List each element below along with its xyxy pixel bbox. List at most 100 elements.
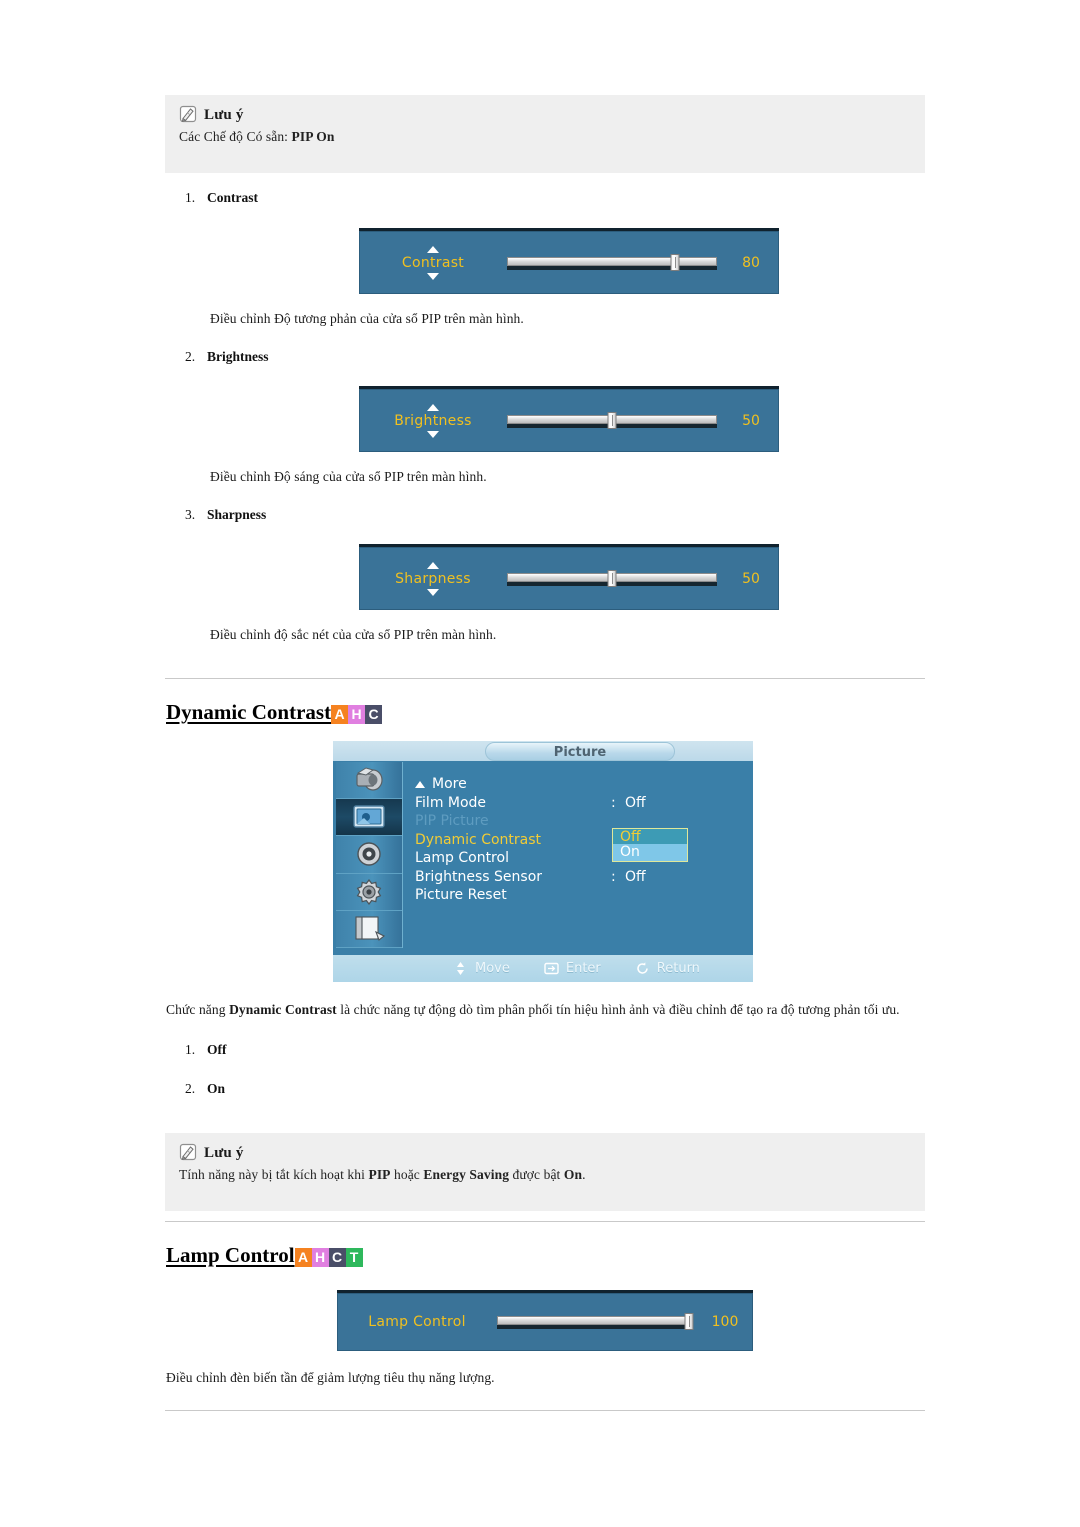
- caret-down-icon[interactable]: [427, 588, 439, 596]
- note-header: Lưu ý: [165, 1133, 925, 1163]
- menu-row-picture-reset[interactable]: Picture Reset: [415, 886, 747, 905]
- lamp-control-slider[interactable]: Lamp Control 100: [337, 1290, 753, 1351]
- dropdown-option-off[interactable]: Off: [612, 828, 688, 845]
- contrast-label-group: Contrast: [373, 244, 493, 282]
- note-pencil-icon: [179, 105, 199, 125]
- brightness-track[interactable]: [507, 411, 717, 429]
- sharpness-value: 50: [742, 570, 760, 587]
- menu-label: Picture Reset: [415, 887, 507, 904]
- list-number: 3.: [185, 507, 196, 522]
- list-item-contrast: 1. Contrast: [185, 190, 258, 206]
- sharpness-slider[interactable]: Sharpness 50: [359, 544, 779, 610]
- footer-enter[interactable]: Enter: [544, 961, 601, 976]
- osd-menu-rows[interactable]: More Film Mode : Off PIP Picture Dynamic…: [415, 775, 747, 942]
- sidebar-item-input[interactable]: [336, 762, 402, 800]
- slider-handle[interactable]: [684, 1313, 694, 1330]
- contrast-slider[interactable]: Contrast 80: [359, 228, 779, 294]
- note-title: Lưu ý: [204, 1144, 244, 1161]
- badge-h: H: [348, 705, 366, 724]
- menu-colon: :: [611, 868, 616, 885]
- list-item-sharpness: 3. Sharpness: [185, 507, 266, 523]
- note-header: Lưu ý: [165, 95, 925, 125]
- note-pencil-icon: [179, 1143, 199, 1163]
- return-icon: [635, 961, 650, 976]
- caret-down-icon[interactable]: [427, 272, 439, 280]
- lamp-control-label-group: Lamp Control: [351, 1314, 483, 1330]
- slider-handle[interactable]: [607, 411, 617, 429]
- note-body: Các Chế độ Có sẵn: PIP On: [165, 125, 925, 145]
- list-number: 2.: [185, 349, 196, 364]
- osd-title-pill: Picture: [485, 742, 675, 761]
- caret-up-icon[interactable]: [427, 245, 439, 253]
- menu-row-film-mode[interactable]: Film Mode : Off: [415, 794, 747, 813]
- sidebar-item-sound[interactable]: [336, 836, 402, 874]
- list-number: 2.: [185, 1081, 196, 1096]
- slider-track-shadow: [497, 1325, 691, 1329]
- section-divider: [165, 1221, 925, 1222]
- heading-text: Dynamic Contrast: [166, 700, 332, 724]
- menu-label: Dynamic Contrast: [415, 831, 542, 848]
- sharpness-label: Sharpness: [395, 570, 471, 587]
- input-icon: [349, 764, 389, 796]
- sidebar-item-setup[interactable]: [336, 874, 402, 911]
- dropdown-option-on[interactable]: On: [613, 844, 687, 861]
- paragraph-strong: Dynamic Contrast: [229, 1002, 337, 1017]
- heading-text: Lamp Control: [166, 1243, 295, 1267]
- heading-dynamic-contrast: Dynamic Contrast A H C: [166, 700, 383, 725]
- list-label: Sharpness: [207, 507, 267, 522]
- osd-footer-bar: Move Enter Return: [333, 955, 753, 982]
- brightness-slider[interactable]: Brightness 50: [359, 386, 779, 452]
- sharpness-label-group: Sharpness: [373, 560, 493, 598]
- menu-row-more[interactable]: More: [415, 775, 747, 794]
- paragraph-prefix: Chức năng: [166, 1002, 230, 1017]
- heading-lamp-control: Lamp Control A H C T: [166, 1243, 363, 1268]
- caret-up-icon[interactable]: [427, 561, 439, 569]
- badge-a: A: [294, 1248, 312, 1267]
- menu-label: PIP Picture: [415, 813, 489, 830]
- list-label: On: [207, 1081, 226, 1096]
- note-body-mid2: được bật: [509, 1167, 564, 1182]
- sharpness-track[interactable]: [507, 569, 717, 587]
- contrast-track[interactable]: [507, 253, 717, 271]
- menu-value: Off: [625, 868, 646, 885]
- list-item-off: 1. Off: [185, 1042, 227, 1058]
- note-body-strong-pip: PIP: [368, 1167, 391, 1182]
- lamp-control-track[interactable]: [497, 1313, 694, 1330]
- slider-handle[interactable]: [670, 253, 680, 271]
- note-body: Tính năng này bị tắt kích hoạt khi PIP h…: [165, 1163, 925, 1183]
- footer-return[interactable]: Return: [635, 961, 700, 976]
- contrast-description: Điều chỉnh Độ tương phản của cửa sổ PIP …: [210, 311, 524, 326]
- sidebar-item-picture[interactable]: [336, 799, 402, 837]
- caret-up-icon[interactable]: [427, 403, 439, 411]
- badge-t: T: [345, 1248, 363, 1267]
- badge-h: H: [311, 1248, 329, 1267]
- list-number: 1.: [185, 1042, 196, 1057]
- document-page: Lưu ý Các Chế độ Có sẵn: PIP On 1. Contra…: [0, 0, 1080, 1527]
- brightness-value: 50: [742, 412, 760, 429]
- picture-icon: [349, 801, 389, 833]
- dynamic-contrast-dropdown[interactable]: Off On: [612, 828, 688, 862]
- note-box-available-modes: Lưu ý Các Chế độ Có sẵn: PIP On: [165, 95, 925, 173]
- updown-arrow-icon: [453, 961, 468, 976]
- lamp-control-description: Điều chỉnh đèn biến tần để giảm lượng ti…: [166, 1370, 495, 1385]
- sidebar-item-multi-control[interactable]: [336, 911, 402, 948]
- dynamic-contrast-paragraph: Chức năng Dynamic Contrast là chức năng …: [166, 1002, 900, 1018]
- menu-row-dynamic-contrast[interactable]: Dynamic Contrast :: [415, 831, 747, 850]
- osd-picture-menu[interactable]: Picture More Film Mode: Off PIP Picture…: [333, 741, 753, 982]
- note-box-disabled-feature: Lưu ý Tính năng này bị tắt kích hoạt khi…: [165, 1133, 925, 1211]
- menu-row-lamp-control[interactable]: Lamp Control :: [415, 849, 747, 868]
- menu-label: More: [432, 776, 467, 793]
- caret-down-icon[interactable]: [427, 430, 439, 438]
- note-body-strong: PIP On: [291, 129, 335, 144]
- footer-move[interactable]: Move: [453, 961, 510, 976]
- list-item-on: 2. On: [185, 1081, 225, 1097]
- list-label: Brightness: [207, 349, 269, 364]
- brightness-label: Brightness: [394, 412, 472, 429]
- menu-value: Off: [625, 794, 646, 811]
- note-body-prefix: Các Chế độ Có sẵn:: [179, 129, 292, 144]
- note-body-suffix: .: [582, 1167, 586, 1182]
- osd-sidebar[interactable]: [336, 762, 403, 948]
- lamp-control-value: 100: [711, 1314, 739, 1330]
- menu-row-brightness-sensor[interactable]: Brightness Sensor : Off: [415, 868, 747, 887]
- slider-handle[interactable]: [607, 569, 617, 587]
